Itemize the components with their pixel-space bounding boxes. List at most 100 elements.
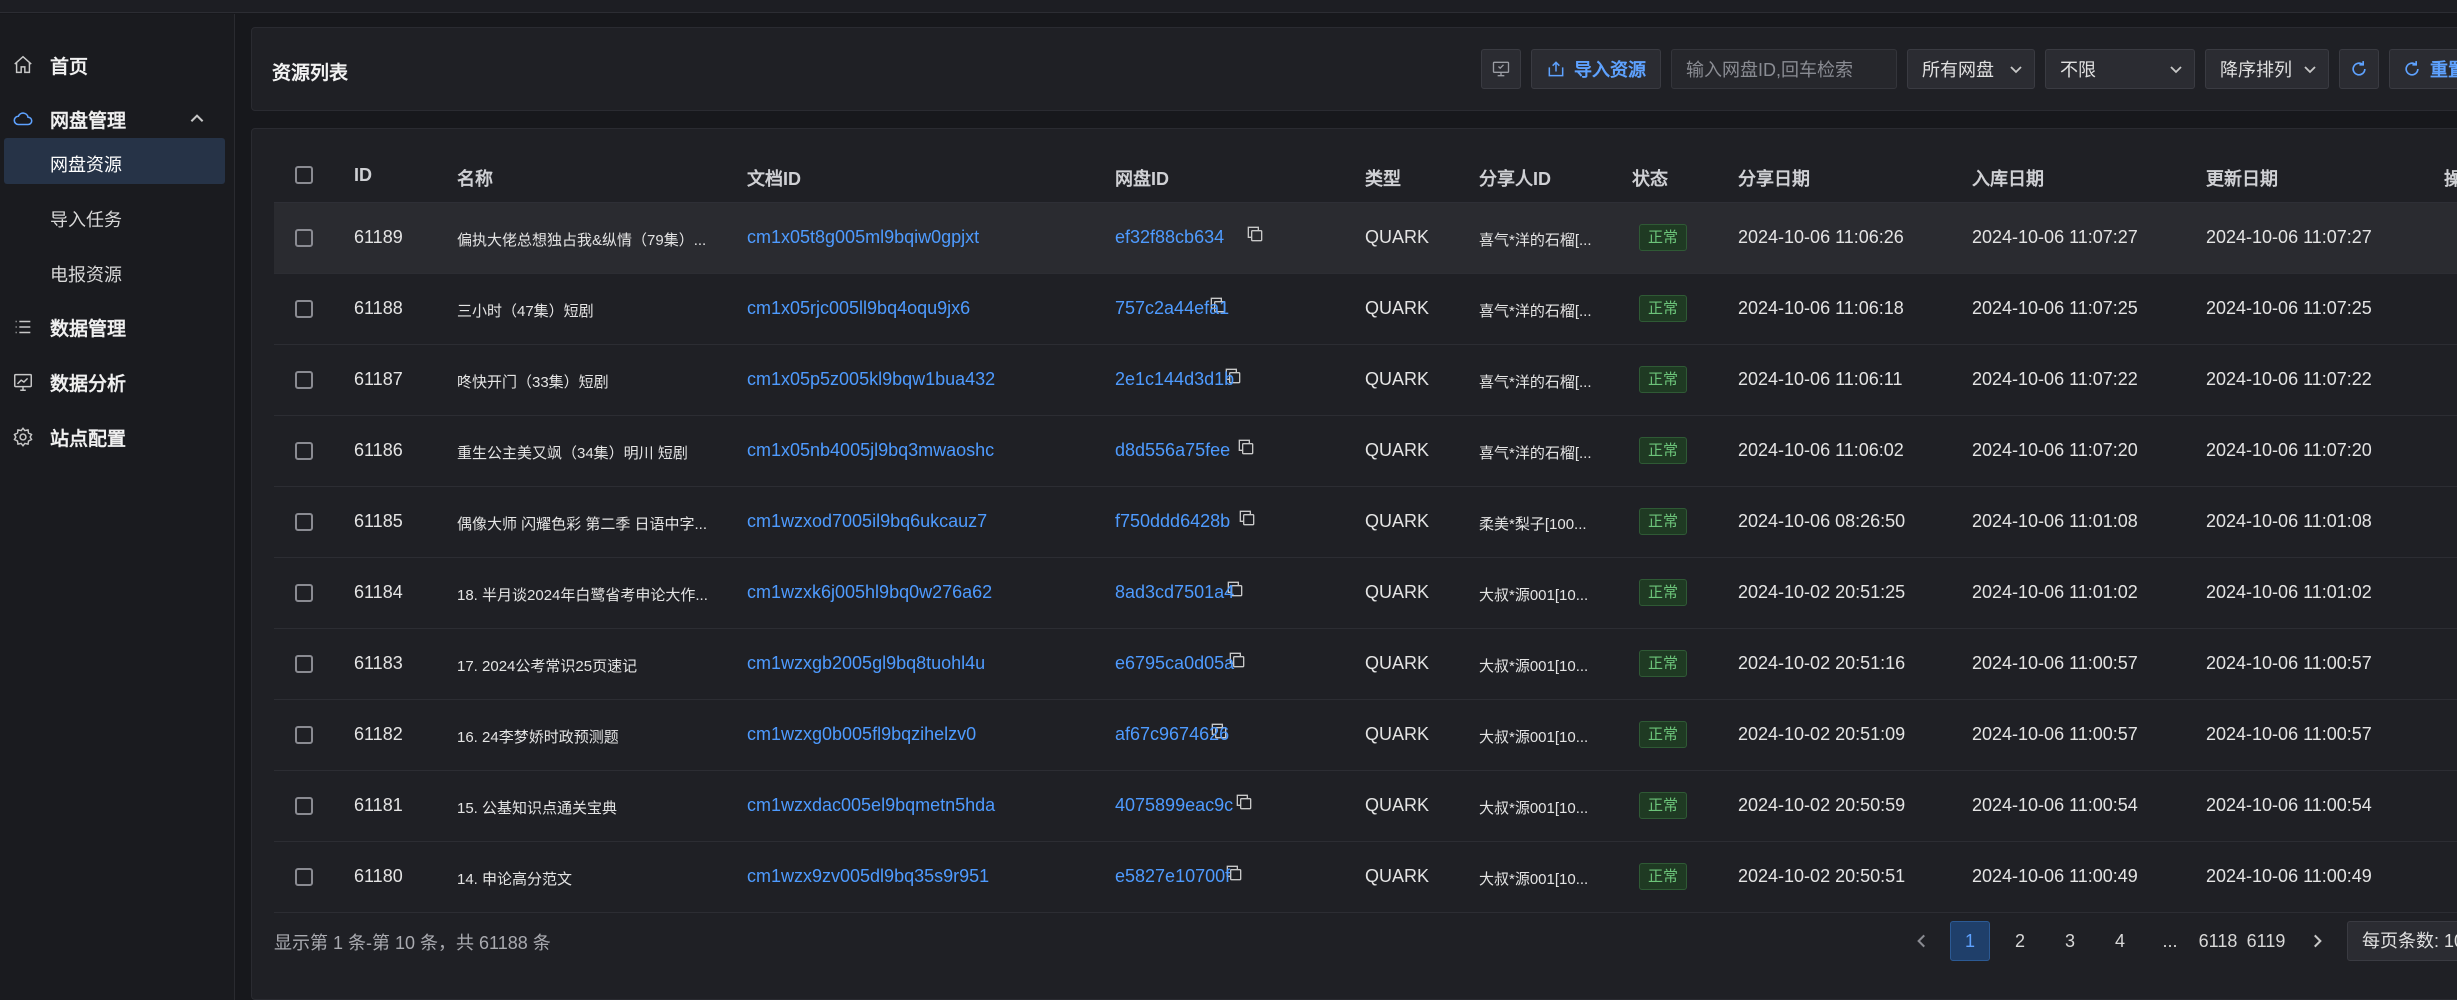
table-row[interactable]: 61188 三小时（47集）短剧 cm1x05rjc005ll9bq4oqu9jx6… [274, 274, 2457, 345]
row-checkbox[interactable] [295, 655, 313, 673]
row-doc-id-link[interactable]: cm1x05rjc005ll9bq4oqu9jx6 [747, 298, 970, 319]
table-row[interactable]: 61183 17. 2024公考常识25页速记 cm1wzxgb2005gl9bq8… [274, 629, 2457, 700]
row-doc-id-link[interactable]: cm1wzxk6j005hl9bq0w276a62 [747, 582, 992, 603]
row-doc-id-link[interactable]: cm1wzxg0b005fl9bqzihelzv0 [747, 724, 976, 745]
copy-icon[interactable] [1236, 437, 1256, 457]
row-id: 61189 [354, 227, 403, 247]
row-sharer-id: 大叔*源001[10... [1479, 729, 1589, 746]
row-checkbox[interactable] [295, 371, 313, 389]
row-checkbox[interactable] [295, 513, 313, 531]
copy-icon[interactable] [1234, 792, 1254, 812]
row-disk-id-link[interactable]: d8d556a75fee [1115, 440, 1230, 461]
row-doc-id-link[interactable]: cm1x05nb4005jl9bq3mwaoshc [747, 440, 994, 461]
row-disk-id-link[interactable]: e5827e10700f [1115, 866, 1230, 887]
page-2-button[interactable]: 2 [2000, 921, 2040, 961]
sidebar-item-report-resources[interactable]: 电报资源 [0, 248, 235, 294]
page-size-select[interactable]: 每页条数: 10 [2347, 921, 2457, 961]
row-id: 61185 [354, 511, 403, 531]
page-6119-button[interactable]: 6119 [2246, 921, 2286, 961]
row-doc-id-link[interactable]: cm1wzx9zv005dl9bq35s9r951 [747, 866, 989, 887]
row-name: 重生公主美又飒（34集）明川 短剧 [457, 445, 688, 462]
reset-label: 重置 [2430, 60, 2457, 80]
row-checkbox[interactable] [295, 584, 313, 602]
row-checkbox[interactable] [295, 797, 313, 815]
row-disk-id-link[interactable]: af67c9674626 [1115, 724, 1229, 745]
row-sharer-id: 柔美*梨子[100... [1479, 516, 1587, 533]
row-checkbox[interactable] [295, 300, 313, 318]
row-disk-id-link[interactable]: 4075899eac9c [1115, 795, 1233, 816]
table-row[interactable]: 61189 偏执大佬总想独占我&纵情（79集）... cm1x05t8g005ml9… [274, 203, 2457, 274]
row-id: 61182 [354, 724, 403, 744]
row-checkbox[interactable] [295, 868, 313, 886]
row-type: QUARK [1365, 582, 1430, 602]
table-row[interactable]: 61184 18. 半月谈2024年白鹭省考申论大作... cm1wzxk6j005… [274, 558, 2457, 629]
row-in-date: 2024-10-06 11:07:27 [1972, 227, 2138, 247]
page-3-button[interactable]: 3 [2050, 921, 2090, 961]
monitor-icon [1491, 59, 1511, 79]
import-resource-label: 导入资源 [1574, 60, 1646, 80]
top-bar [0, 0, 2457, 13]
row-type: QUARK [1365, 511, 1430, 531]
row-id: 61187 [354, 369, 403, 389]
row-disk-id-link[interactable]: f750ddd6428b [1115, 511, 1230, 532]
sidebar: 首页 网盘管理 网盘资源 导入任务 电报资源 数据管理 数据分析 站点配置 [0, 14, 235, 1000]
row-sharer-id: 喜气*洋的石榴[... [1479, 303, 1592, 320]
row-name: 16. 24李梦娇时政预测题 [457, 729, 619, 746]
row-disk-id-link[interactable]: ef32f88cb634 [1115, 227, 1224, 248]
row-name: 咚快开门（33集）短剧 [457, 374, 609, 391]
row-id: 61186 [354, 440, 403, 460]
select-all-checkbox[interactable] [295, 166, 313, 184]
next-page-button[interactable] [2297, 921, 2337, 961]
sidebar-item-import-tasks[interactable]: 导入任务 [0, 193, 235, 239]
refresh-button[interactable] [2339, 49, 2379, 89]
sidebar-item-home[interactable]: 首页 [0, 38, 235, 92]
row-disk-id-link[interactable]: 8ad3cd7501a4 [1115, 582, 1234, 603]
table-row[interactable]: 61182 16. 24李梦娇时政预测题 cm1wzxg0b005fl9bqzihe… [274, 700, 2457, 771]
row-doc-id-link[interactable]: cm1wzxod7005il9bq6ukcauz7 [747, 511, 987, 532]
import-resource-button[interactable]: 导入资源 [1531, 49, 1661, 89]
table-row[interactable]: 61187 咚快开门（33集）短剧 cm1x05p5z005kl9bqw1bua43… [274, 345, 2457, 416]
sidebar-item-label: 网盘资源 [50, 155, 122, 175]
row-doc-id-link[interactable]: cm1x05t8g005ml9bqiw0gpjxt [747, 227, 979, 248]
monitor-button[interactable] [1481, 49, 1521, 89]
row-disk-id-link[interactable]: 757c2a44efa1 [1115, 298, 1229, 319]
row-doc-id-link[interactable]: cm1wzxdac005el9bqmetn5hda [747, 795, 995, 816]
page-4-button[interactable]: 4 [2100, 921, 2140, 961]
page-6118-button[interactable]: 6118 [2198, 921, 2238, 961]
table-row[interactable]: 61180 14. 申论高分范文 cm1wzx9zv005dl9bq35s9r951… [274, 842, 2457, 913]
sidebar-item-label: 数据管理 [50, 318, 127, 340]
prev-page-button[interactable] [1902, 921, 1942, 961]
disk-id-search-input[interactable]: 输入网盘ID,回车检索 [1671, 49, 1897, 89]
disk-filter-select[interactable]: 所有网盘 [1907, 49, 2035, 89]
row-checkbox[interactable] [295, 229, 313, 247]
sidebar-item-data-mgmt[interactable]: 数据管理 [0, 300, 235, 354]
table-row[interactable]: 61181 15. 公基知识点通关宝典 cm1wzxdac005el9bqmetn5… [274, 771, 2457, 842]
status-badge: 正常 [1639, 579, 1688, 606]
page-1-button[interactable]: 1 [1950, 921, 1990, 961]
row-sharer-id: 大叔*源001[10... [1479, 658, 1589, 675]
table-row[interactable]: 61186 重生公主美又飒（34集）明川 短剧 cm1x05nb4005jl9bq3… [274, 416, 2457, 487]
sidebar-item-disk-resources[interactable]: 网盘资源 [4, 138, 225, 184]
row-doc-id-link[interactable]: cm1wzxgb2005gl9bq8tuohl4u [747, 653, 985, 674]
sidebar-item-site-config[interactable]: 站点配置 [0, 410, 235, 464]
page-ellipsis[interactable]: ... [2150, 921, 2190, 961]
row-doc-id-link[interactable]: cm1x05p5z005kl9bqw1bua432 [747, 369, 995, 390]
copy-icon[interactable] [1245, 224, 1265, 244]
row-checkbox[interactable] [295, 442, 313, 460]
row-sharer-id: 喜气*洋的石榴[... [1479, 374, 1592, 391]
row-name: 18. 半月谈2024年白鹭省考申论大作... [457, 587, 708, 604]
copy-icon[interactable] [1237, 508, 1257, 528]
col-share-date: 分享日期 [1738, 169, 1810, 189]
row-checkbox[interactable] [295, 726, 313, 744]
limit-filter-select[interactable]: 不限 [2045, 49, 2195, 89]
table-row[interactable]: 61185 偶像大师 闪耀色彩 第二季 日语中字... cm1wzxod7005il… [274, 487, 2457, 558]
sort-order-select[interactable]: 降序排列 [2205, 49, 2329, 89]
row-type: QUARK [1365, 440, 1430, 460]
sidebar-item-data-analysis[interactable]: 数据分析 [0, 355, 235, 409]
row-disk-id-link[interactable]: 2e1c144d3d1b [1115, 369, 1234, 390]
row-update-date: 2024-10-06 11:07:25 [2206, 298, 2372, 318]
col-update-date: 更新日期 [2206, 169, 2278, 189]
row-disk-id-link[interactable]: e6795ca0d05a [1115, 653, 1234, 674]
disk-filter-value: 所有网盘 [1922, 60, 1994, 80]
reset-button[interactable]: 重置 [2389, 49, 2457, 89]
